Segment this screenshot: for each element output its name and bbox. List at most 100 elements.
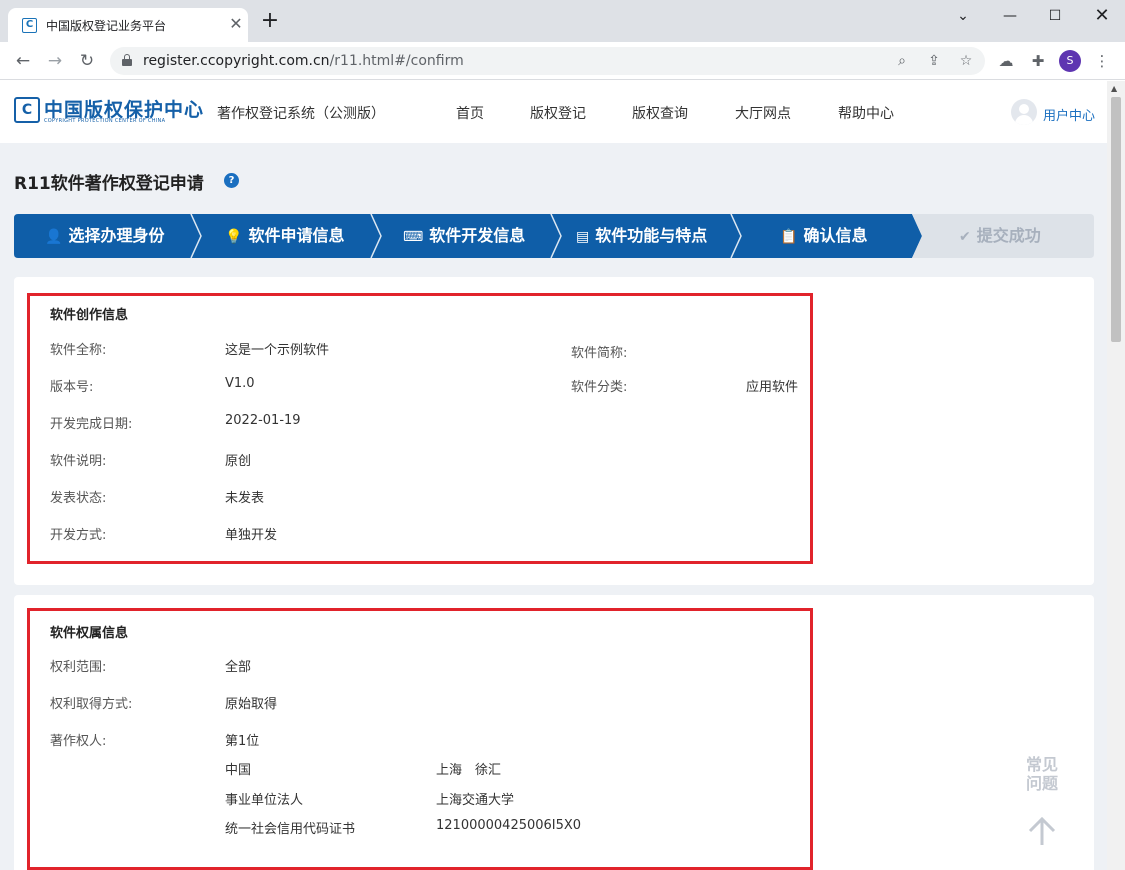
code-window-icon: ⌨ [403, 229, 424, 245]
short-name-label: 软件简称: [571, 346, 628, 361]
owner-rank: 第1位 [225, 734, 260, 749]
owner-type: 事业单位法人 [225, 793, 304, 808]
logo-mark-icon: C [14, 97, 40, 123]
full-name-label: 软件全称: [50, 343, 107, 358]
highlight-box [27, 608, 813, 870]
owner-country: 中国 [225, 763, 252, 778]
rights-acquisition-label: 权利取得方式: [50, 697, 133, 712]
browser-toolbar: ← → ↻ register.ccopyright.com.cn/r11.htm… [0, 42, 1125, 80]
rights-acquisition-value: 原始取得 [225, 697, 278, 712]
nav-copyright-query[interactable]: 版权查询 [632, 103, 688, 123]
zoom-icon[interactable]: ⌕ [892, 51, 912, 71]
step-label: 软件开发信息 [429, 226, 526, 245]
publish-status-label: 发表状态: [50, 491, 107, 506]
nav-home[interactable]: 首页 [456, 103, 484, 123]
rights-scope-value: 全部 [225, 660, 252, 675]
step-label: 选择办理身份 [68, 226, 165, 245]
category-label: 软件分类: [571, 380, 628, 395]
progress-steps: 👤 选择办理身份 💡 软件申请信息 ⌨ 软件开发信息 ▤ 软件功能与特点 📋 确认信息 ✔… [14, 214, 1094, 258]
help-icon[interactable]: ? [224, 173, 239, 188]
step-label: 软件申请信息 [248, 226, 345, 245]
tab-title: 中国版权登记业务平台 [46, 19, 167, 33]
nav-help-center[interactable]: 帮助中心 [838, 103, 894, 123]
window-maximize-button[interactable]: ☐ [1040, 4, 1070, 28]
nav-copyright-registration[interactable]: 版权登记 [530, 103, 586, 123]
user-center-link[interactable]: 用户中心 [1043, 105, 1095, 124]
owner-cert-number: 12100000425006I5X0 [436, 818, 582, 833]
lock-icon[interactable] [122, 54, 132, 66]
dev-mode-value: 单独开发 [225, 528, 278, 543]
menu-dots-icon[interactable]: ⋮ [1091, 50, 1113, 72]
url-text[interactable]: register.ccopyright.com.cn/r11.html#/con… [143, 53, 464, 69]
step-functions-features: ▤ 软件功能与特点 [576, 214, 707, 258]
step-application-info: 💡 软件申请信息 [225, 214, 344, 258]
highlight-box [27, 293, 813, 564]
user-avatar-icon[interactable] [1011, 99, 1037, 125]
tab-search-chevron-icon[interactable]: ⌄ [948, 4, 978, 28]
back-icon[interactable]: ← [12, 50, 34, 72]
faq-label-line1: 常见 [1025, 755, 1058, 774]
bookmark-star-icon[interactable]: ☆ [956, 51, 976, 71]
faq-label-line2: 问题 [1025, 774, 1058, 793]
nav-service-halls[interactable]: 大厅网点 [735, 103, 791, 123]
step-label: 软件功能与特点 [595, 226, 708, 245]
completion-date-value: 2022-01-19 [225, 413, 301, 428]
creation-info-card: 软件创作信息 软件全称: 这是一个示例软件 软件简称: 版本号: V1.0 软件… [14, 277, 1094, 585]
version-value: V1.0 [225, 376, 255, 391]
faq-button[interactable]: 常见 问题 [1022, 755, 1062, 793]
ownership-info-card: 软件权属信息 权利范围: 全部 权利取得方式: 原始取得 著作权人: 第1位 中… [14, 595, 1094, 870]
owner-name: 上海交通大学 [436, 793, 515, 808]
scroll-up-arrow-icon[interactable]: ▲ [1111, 84, 1117, 93]
back-to-top-icon[interactable] [1026, 815, 1058, 847]
category-value: 应用软件 [746, 380, 799, 395]
step-confirm-info: 📋 确认信息 [780, 214, 867, 258]
url-host: register.ccopyright.com.cn [143, 53, 330, 69]
page-viewport: C 中国版权保护中心 COPYRIGHT PROTECTION CENTER O… [0, 81, 1107, 870]
document-icon: ▤ [576, 229, 590, 245]
bulb-icon: 💡 [225, 229, 243, 245]
favicon-icon: C [22, 18, 37, 33]
step-select-identity: 👤 选择办理身份 [45, 214, 164, 258]
scroll-thumb[interactable] [1111, 97, 1121, 342]
step-label: 提交成功 [976, 226, 1041, 245]
check-circle-icon: ✔ [959, 229, 971, 245]
system-name: 著作权登记系统（公测版） [217, 106, 385, 122]
section-title: 软件创作信息 [50, 308, 129, 323]
steps-background [14, 214, 1094, 258]
page-title: R11软件著作权登记申请 [14, 174, 204, 194]
extension-icon[interactable]: ☁ [995, 50, 1017, 72]
page-scrollbar[interactable]: ▲ [1107, 81, 1125, 870]
version-label: 版本号: [50, 380, 94, 395]
rights-scope-label: 权利范围: [50, 660, 107, 675]
browser-tabbar: C 中国版权登记业务平台 ✕ + ⌄ — ☐ ✕ [0, 0, 1125, 42]
copyright-owner-label: 著作权人: [50, 734, 107, 749]
logo-english: COPYRIGHT PROTECTION CENTER OF CHINA [44, 118, 166, 124]
step-development-info: ⌨ 软件开发信息 [403, 214, 525, 258]
completion-date-label: 开发完成日期: [50, 417, 133, 432]
window-close-button[interactable]: ✕ [1087, 4, 1117, 28]
share-icon[interactable]: ⇪ [924, 51, 944, 71]
reload-icon[interactable]: ↻ [76, 50, 98, 72]
puzzle-icon[interactable]: ✚ [1027, 50, 1049, 72]
site-logo[interactable]: C 中国版权保护中心 COPYRIGHT PROTECTION CENTER O… [14, 97, 203, 127]
publish-status-value: 未发表 [225, 491, 265, 506]
description-value: 原创 [225, 454, 252, 469]
description-label: 软件说明: [50, 454, 107, 469]
new-tab-button[interactable]: + [258, 10, 282, 34]
dev-mode-label: 开发方式: [50, 528, 107, 543]
step-label: 确认信息 [803, 226, 868, 245]
tab-close-icon[interactable]: ✕ [226, 14, 246, 34]
clipboard-icon: 📋 [780, 229, 798, 245]
section-title: 软件权属信息 [50, 626, 129, 641]
user-icon: 👤 [45, 229, 63, 245]
url-path: /r11.html#/confirm [329, 53, 464, 69]
step-submit-success: ✔ 提交成功 [959, 214, 1041, 258]
browser-tab[interactable]: C 中国版权登记业务平台 ✕ [8, 8, 248, 42]
window-minimize-button[interactable]: — [995, 4, 1025, 28]
address-bar[interactable]: register.ccopyright.com.cn/r11.html#/con… [110, 47, 985, 75]
owner-region: 上海 徐汇 [436, 763, 502, 778]
owner-cert-type: 统一社会信用代码证书 [225, 822, 356, 837]
forward-icon[interactable]: → [44, 50, 66, 72]
site-header: C 中国版权保护中心 COPYRIGHT PROTECTION CENTER O… [0, 81, 1107, 143]
profile-avatar[interactable]: S [1059, 50, 1081, 72]
